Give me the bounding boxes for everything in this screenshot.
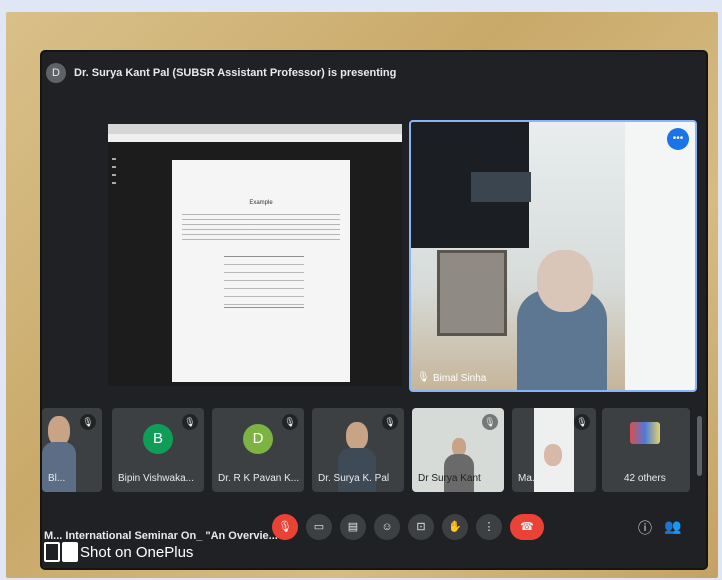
- participant-tile[interactable]: B 🎙 Bipin Vishwaka...: [112, 408, 204, 492]
- reactions-button[interactable]: ☺: [374, 514, 400, 540]
- more-options-button[interactable]: •••: [667, 128, 689, 150]
- participant-name: Bl...: [48, 473, 66, 484]
- participant-tile[interactable]: 🎙 Bl...: [42, 408, 102, 492]
- meet-window: D Dr. Surya Kant Pal (SUBSR Assistant Pr…: [42, 52, 706, 568]
- doc-paragraph: [182, 214, 340, 240]
- doc-table: [224, 256, 304, 308]
- presenting-banner: D Dr. Surya Kant Pal (SUBSR Assistant Pr…: [46, 62, 396, 84]
- muted-mic-icon: 🎙: [382, 414, 398, 430]
- wooden-frame: D Dr. Surya Kant Pal (SUBSR Assistant Pr…: [6, 12, 718, 578]
- camera-toggle-button[interactable]: ▭: [306, 514, 332, 540]
- captions-button[interactable]: ▤: [340, 514, 366, 540]
- speaker-name: Bimal Sinha: [433, 372, 487, 384]
- watermark-icon: [62, 542, 78, 562]
- meeting-title: M... International Seminar On_ "An Overv…: [44, 530, 278, 542]
- participant-tile[interactable]: 🎙 Ma...: [512, 408, 596, 492]
- video-poster: [437, 250, 507, 336]
- speaker-video-tile[interactable]: ••• 🎙 Bimal Sinha: [409, 120, 697, 392]
- presenter-avatar: D: [46, 63, 66, 83]
- oneplus-watermark: Shot on OnePlus: [44, 542, 193, 562]
- participant-name: Ma...: [518, 473, 541, 484]
- muted-mic-icon: 🎙: [282, 414, 298, 430]
- muted-mic-icon: 🎙: [482, 414, 498, 430]
- others-tile[interactable]: 42 others: [602, 408, 690, 492]
- people-icon[interactable]: 👥: [664, 518, 681, 538]
- participant-tile[interactable]: D 🎙 Dr. R K Pavan K...: [212, 408, 304, 492]
- doc-titlebar: [108, 124, 402, 134]
- participant-tile[interactable]: 🎙 Dr. Surya K. Pal: [312, 408, 404, 492]
- participant-name: Dr. R K Pavan K...: [218, 473, 300, 484]
- participant-initial-avatar: D: [243, 424, 273, 454]
- video-wall: [625, 122, 695, 390]
- doc-side-markers: [112, 158, 116, 186]
- raise-hand-button[interactable]: ✋: [442, 514, 468, 540]
- participant-name: Dr Surya Kant: [418, 473, 481, 484]
- muted-mic-icon: 🎙: [80, 414, 96, 430]
- others-collage-icon: [630, 422, 660, 444]
- participant-name: Bipin Vishwaka...: [118, 473, 194, 484]
- participant-scrollbar[interactable]: [697, 416, 702, 476]
- present-button[interactable]: ⊡: [408, 514, 434, 540]
- others-count: 42 others: [624, 473, 666, 484]
- mic-toggle-button[interactable]: 🎙: [272, 514, 298, 540]
- doc-toolbar: [108, 134, 402, 142]
- side-controls: ⓘ 👥: [626, 518, 681, 538]
- speaker-name-label: 🎙 Bimal Sinha: [417, 372, 486, 384]
- presentation-tile[interactable]: Example: [108, 124, 402, 386]
- doc-page: Example: [172, 160, 350, 382]
- video-board: [471, 172, 531, 202]
- muted-mic-icon: 🎙: [182, 414, 198, 430]
- participant-photo: [544, 444, 562, 466]
- mic-icon: 🎙: [417, 372, 430, 383]
- call-controls: 🎙 ▭ ▤ ☺ ⊡ ✋ ⋮ ☎: [272, 514, 552, 540]
- presenting-text: Dr. Surya Kant Pal (SUBSR Assistant Prof…: [74, 67, 397, 79]
- participant-tile[interactable]: 🎙 Dr Surya Kant: [412, 408, 504, 492]
- muted-mic-icon: 🎙: [574, 414, 590, 430]
- participant-name: Dr. Surya K. Pal: [318, 473, 390, 484]
- doc-title: Example: [249, 200, 273, 206]
- end-call-button[interactable]: ☎: [510, 514, 544, 540]
- participant-photo-body: [338, 448, 376, 492]
- participant-initial-avatar: B: [143, 424, 173, 454]
- info-icon[interactable]: ⓘ: [638, 518, 652, 538]
- watermark-icon: [44, 542, 60, 562]
- participant-photo-body: [42, 442, 76, 492]
- participant-photo: [346, 422, 368, 450]
- watermark-text: Shot on OnePlus: [80, 543, 194, 561]
- more-options-button[interactable]: ⋮: [476, 514, 502, 540]
- speaker-head: [537, 250, 593, 312]
